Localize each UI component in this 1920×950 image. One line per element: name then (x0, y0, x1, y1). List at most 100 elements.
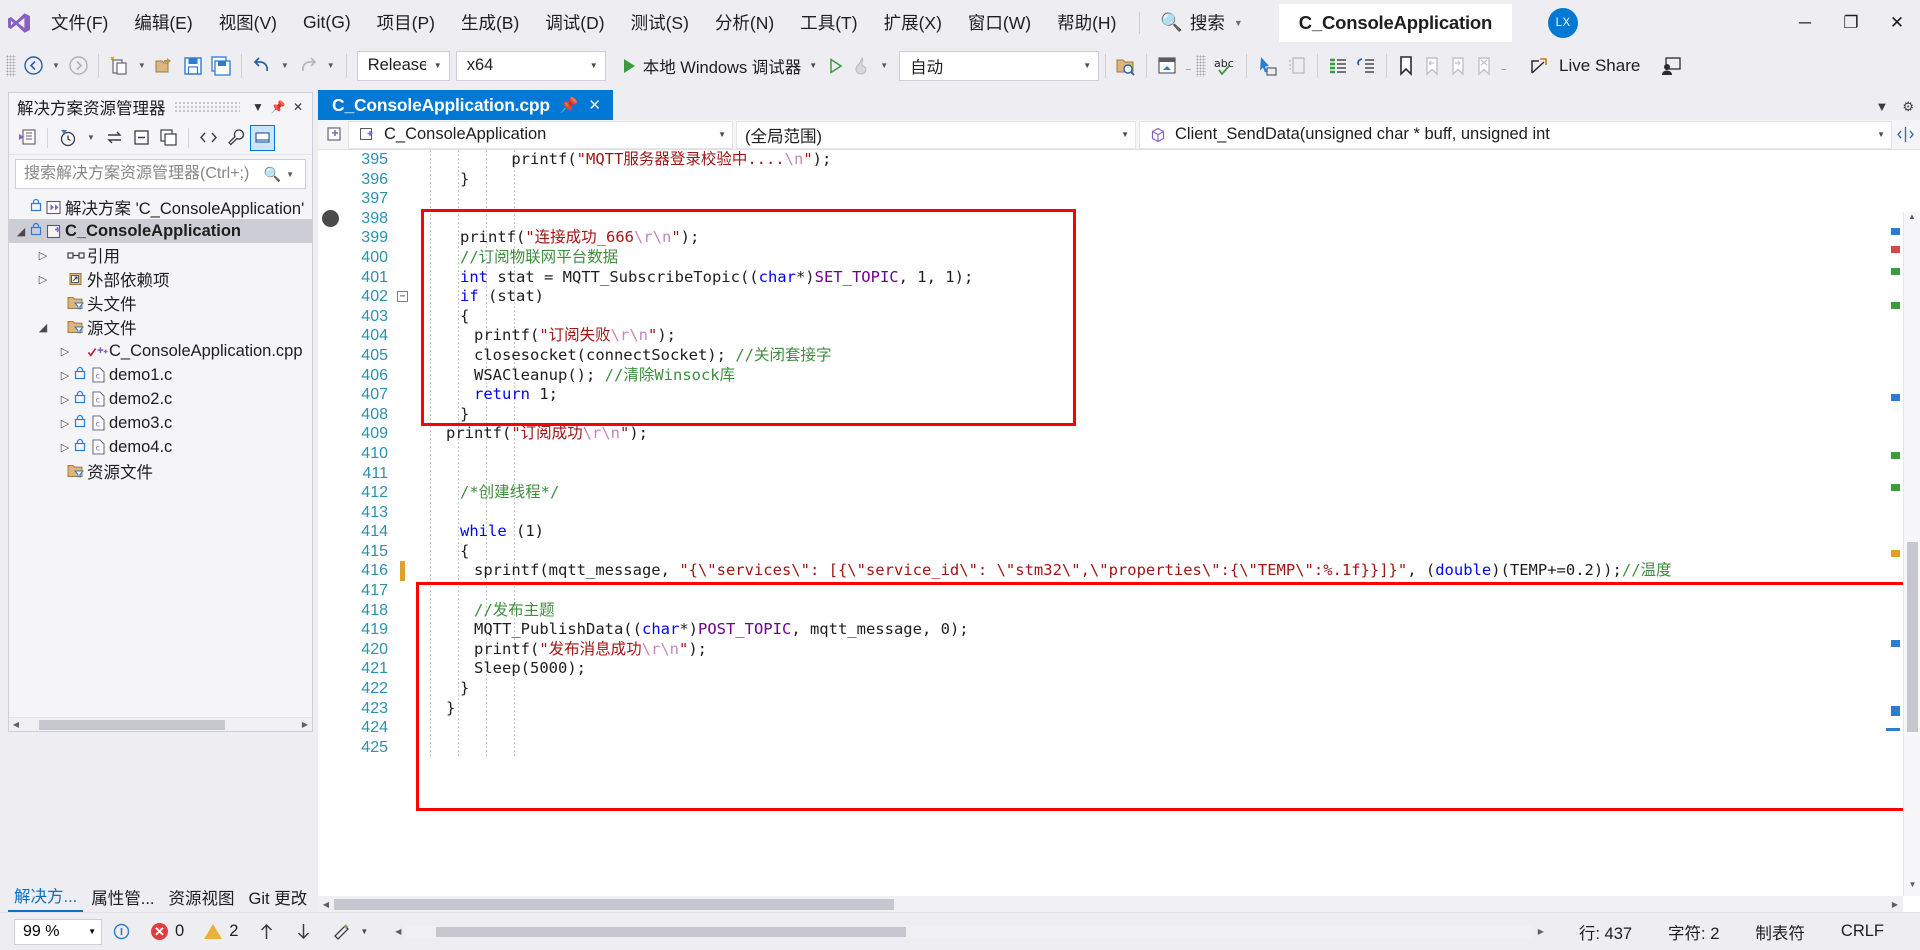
panel-menu-chevron-down-icon[interactable]: ▼ (248, 100, 268, 114)
solution-tree[interactable]: 解决方案 'C_ConsoleApplication' (1 个 ◢ C_Conso… (9, 193, 312, 717)
expander-closed-icon[interactable]: ▷ (35, 273, 51, 286)
code-line[interactable]: 413 (318, 503, 1904, 523)
code-line[interactable]: 397 (318, 189, 1904, 209)
menu-analyze[interactable]: 分析(N) (702, 0, 787, 45)
expander-closed-icon[interactable]: ▷ (57, 393, 73, 406)
bottom-tab-solution[interactable]: 解决方... (8, 880, 84, 912)
code-line[interactable]: 416 sprintf(mqtt_message, "{\"services\":… (318, 561, 1904, 582)
close-button[interactable]: ✕ (1874, 0, 1920, 45)
scroll-right-icon[interactable]: ▶ (1887, 900, 1903, 909)
pending-changes-filter-icon[interactable] (55, 125, 80, 151)
tabstrip-settings-icon[interactable]: ⚙ (1902, 99, 1914, 115)
start-debugging-button[interactable]: 本地 Windows 调试器 ▼ (618, 51, 824, 81)
comment-lines-icon[interactable] (1324, 51, 1352, 81)
save-icon[interactable] (179, 51, 207, 81)
code-line[interactable]: 425 (318, 738, 1904, 758)
sync-with-active-document-icon[interactable] (102, 125, 127, 151)
filter-dropdown-icon[interactable]: ▼ (82, 133, 100, 142)
pointer-select-icon[interactable] (1253, 51, 1283, 81)
code-line[interactable]: 414 while (1) (318, 522, 1904, 542)
code-line[interactable]: 422} (318, 679, 1904, 699)
new-project-icon[interactable] (105, 51, 133, 81)
tree-item[interactable]: ▷ c demo1.c (9, 363, 312, 387)
show-all-files-icon[interactable] (156, 125, 181, 151)
properties-wrench-icon[interactable] (223, 125, 248, 151)
warning-count[interactable]: 2 (194, 922, 248, 941)
bottom-tab-resource-view[interactable]: 资源视图 (163, 882, 241, 912)
share-session-icon[interactable] (1656, 51, 1686, 81)
search-icon[interactable]: 🔍 (264, 166, 281, 183)
search-folder-icon[interactable] (1112, 51, 1140, 81)
tree-item[interactable]: ▷ 引用 (9, 243, 312, 267)
panel-close-icon[interactable]: ✕ (288, 100, 308, 114)
scroll-left-icon[interactable]: ◀ (318, 900, 334, 909)
restore-button[interactable]: ❐ (1828, 0, 1874, 45)
avatar[interactable]: LX (1548, 7, 1579, 38)
nav-project-combo[interactable]: C_ConsoleApplication ▼ (348, 120, 733, 149)
open-file-icon[interactable] (151, 51, 179, 81)
code-line[interactable]: 412 /*创建线程*/ (318, 483, 1904, 503)
code-line[interactable]: 407 return 1; (318, 385, 1904, 405)
hscroll-thumb[interactable] (436, 926, 907, 937)
navigate-back-dropdown-icon[interactable]: ▼ (47, 61, 65, 70)
code-editor[interactable]: 395 printf("MQTT服务器登录校验中....\n"); 396} 397… (318, 150, 1920, 912)
panel-pin-icon[interactable]: 📌 (268, 100, 288, 114)
search-options-chevron-down-icon[interactable]: ▼ (281, 170, 299, 179)
hscroll-thumb[interactable] (39, 719, 225, 730)
expander-closed-icon[interactable]: ▷ (57, 417, 73, 430)
view-code-icon[interactable] (196, 125, 221, 151)
editor-vertical-scrollbar[interactable]: ▲ ▼ (1903, 212, 1920, 896)
expander-closed-icon[interactable]: ▷ (57, 441, 73, 454)
hscroll-track[interactable] (334, 896, 1887, 912)
code-line[interactable]: 408} (318, 405, 1904, 425)
live-share-button[interactable]: Live Share (1521, 51, 1648, 81)
new-project-dropdown-icon[interactable]: ▼ (133, 61, 151, 70)
code-line[interactable]: 419 MQTT_PublishData((char*)POST_TOPIC, m… (318, 620, 1904, 640)
panel-drag-dots[interactable] (173, 101, 240, 113)
editor-tab-active[interactable]: C_ConsoleApplication.cpp 📌 ✕ (318, 90, 613, 120)
code-line[interactable]: 404 printf("订阅失败\r\n"); (318, 326, 1904, 346)
code-line[interactable]: 420 printf("发布消息成功\r\n"); (318, 640, 1904, 660)
code-line[interactable]: 399 printf("连接成功_666\r\n"); (318, 228, 1904, 248)
code-line[interactable]: 423} (318, 699, 1904, 719)
save-all-icon[interactable] (207, 51, 235, 81)
solution-explorer-search[interactable]: 🔍 ▼ (15, 159, 306, 189)
uncomment-lines-icon[interactable] (1352, 51, 1380, 81)
code-line[interactable]: 417 (318, 581, 1904, 601)
undo-icon[interactable] (248, 51, 276, 81)
tree-item[interactable]: ▷ C_ConsoleApplication.cpp (9, 339, 312, 363)
solution-explorer-hscrollbar[interactable]: ◀ ▶ (9, 717, 312, 731)
scroll-left-icon[interactable]: ◀ (9, 720, 23, 729)
navigate-backward-icon[interactable] (20, 51, 47, 81)
code-line[interactable]: 409 printf("订阅成功\r\n"); (318, 424, 1904, 444)
start-without-debugging-icon[interactable] (823, 51, 849, 81)
bottom-tab-properties[interactable]: 属性管... (85, 882, 160, 912)
window-layout-more-icon[interactable]: _ (1181, 61, 1195, 70)
breakpoint-icon[interactable] (322, 210, 339, 228)
expander-closed-icon[interactable]: ▷ (35, 249, 51, 262)
spell-check-icon[interactable]: abc (1210, 51, 1240, 81)
hscroll-track[interactable] (23, 718, 298, 732)
tree-item[interactable]: ◢ 源文件 (9, 315, 312, 339)
code-line[interactable]: 396} (318, 170, 1904, 190)
code-line[interactable]: 400 //订阅物联网平台数据 (318, 248, 1904, 268)
code-lines[interactable]: 395 printf("MQTT服务器登录校验中....\n"); 396} 397… (318, 150, 1904, 758)
menu-edit[interactable]: 编辑(E) (121, 0, 205, 45)
fold-collapse-icon[interactable]: − (397, 291, 408, 303)
code-line[interactable]: 405 closesocket(connectSocket); //关闭套接字 (318, 346, 1904, 366)
menu-git[interactable]: Git(G) (290, 0, 364, 45)
preview-selected-items-icon[interactable] (249, 124, 275, 151)
editor-horizontal-scrollbar[interactable]: ◀ ▶ (318, 896, 1903, 912)
scroll-right-icon[interactable]: ▶ (298, 720, 312, 729)
code-line[interactable]: 395 printf("MQTT服务器登录校验中....\n"); (318, 150, 1904, 170)
expander-closed-icon[interactable]: ▷ (57, 369, 73, 382)
bottom-tab-git-changes[interactable]: Git 更改 (243, 882, 314, 912)
code-line[interactable]: 415 { (318, 542, 1904, 562)
menu-tools[interactable]: 工具(T) (787, 0, 870, 45)
expander-open-icon[interactable]: ◢ (35, 321, 51, 334)
tree-item[interactable]: 资源文件 (9, 459, 312, 483)
tree-item[interactable]: 头文件 (9, 291, 312, 315)
code-line[interactable]: 410 (318, 444, 1904, 464)
menu-window[interactable]: 窗口(W) (955, 0, 1044, 45)
tree-item[interactable]: 解决方案 'C_ConsoleApplication' (1 个 (9, 195, 312, 219)
